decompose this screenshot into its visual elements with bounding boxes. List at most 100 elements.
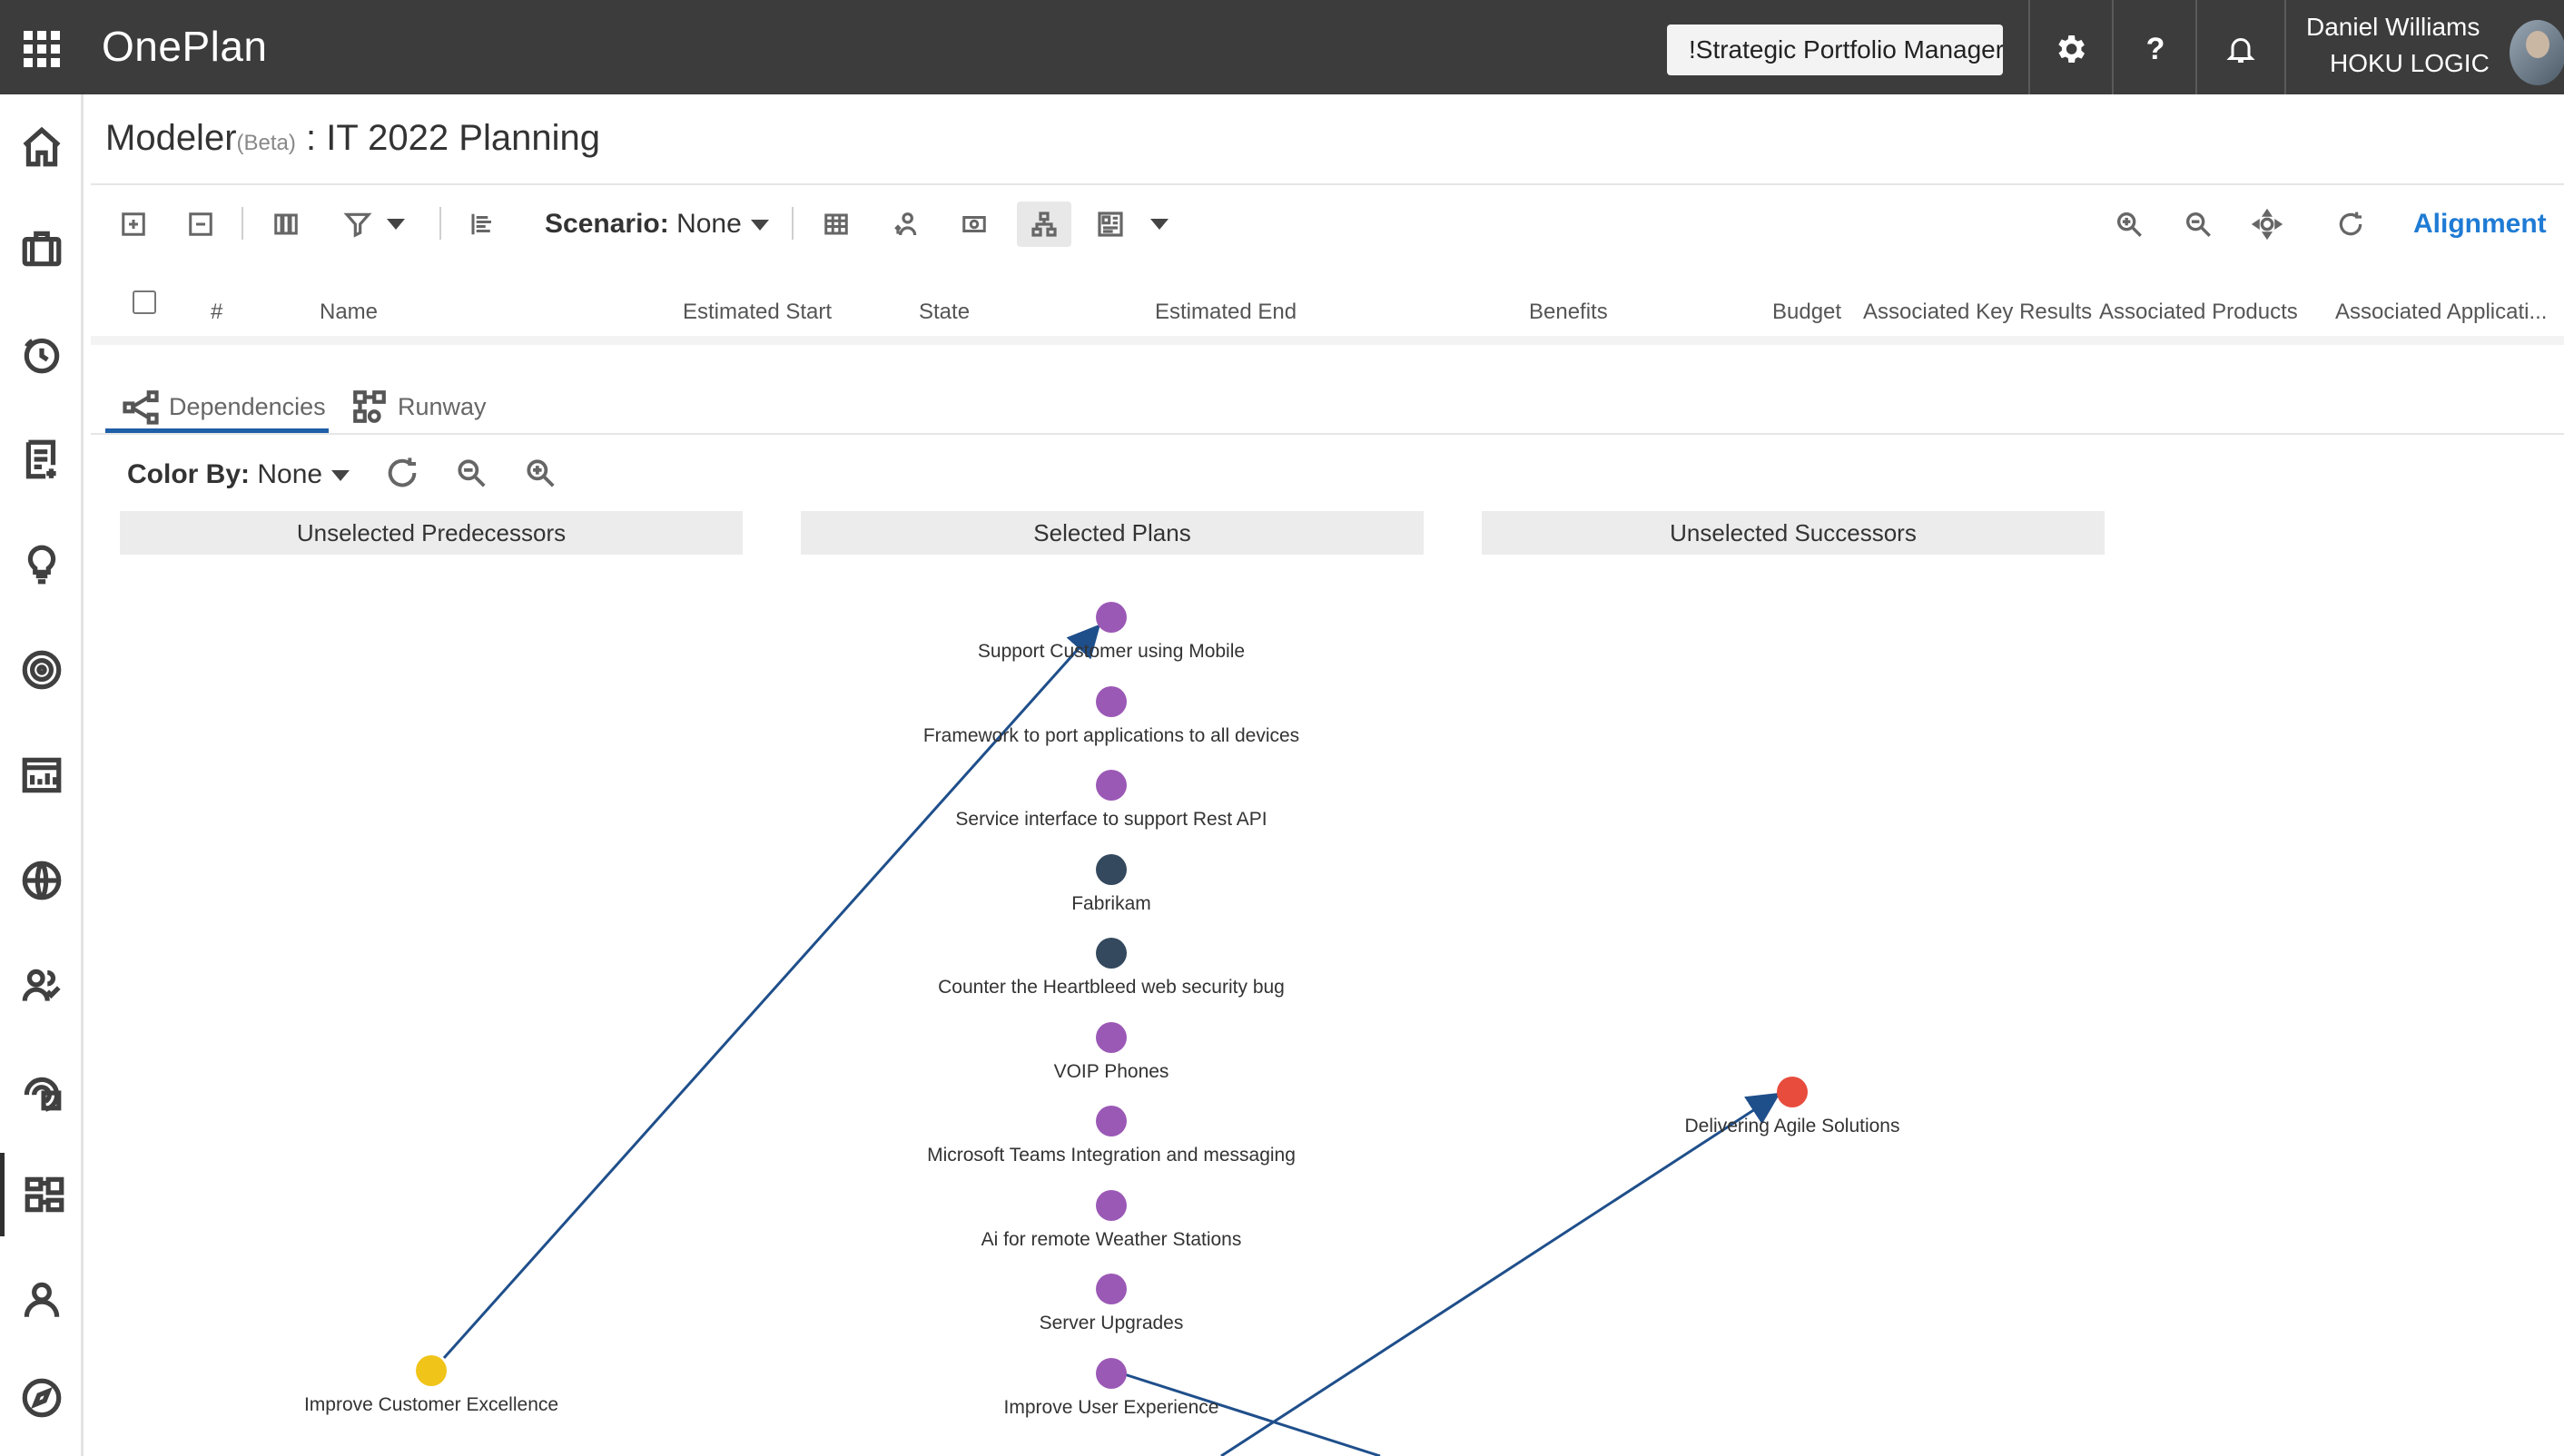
columns-icon[interactable] xyxy=(263,202,309,247)
zoom-in-icon[interactable] xyxy=(518,450,563,496)
graph-node[interactable] xyxy=(1096,1106,1127,1136)
collapse-all-icon[interactable] xyxy=(178,202,223,247)
graph-node[interactable] xyxy=(1096,938,1127,969)
toolbar-divider xyxy=(242,207,243,240)
graph-node[interactable] xyxy=(1096,1021,1127,1053)
person-icon[interactable] xyxy=(0,1258,84,1342)
bell-icon[interactable] xyxy=(2217,25,2264,73)
column-header-applications[interactable]: Associated Applicati... xyxy=(2335,300,2547,325)
compass-icon[interactable] xyxy=(0,1356,84,1440)
refresh-icon[interactable] xyxy=(2328,202,2373,247)
graph-node[interactable] xyxy=(1096,602,1127,633)
scenario-value: None xyxy=(676,209,742,239)
tab-label: Dependencies xyxy=(169,392,326,420)
column-header-name[interactable]: Name xyxy=(320,300,378,325)
target-icon[interactable] xyxy=(0,628,84,712)
report-icon[interactable] xyxy=(0,733,84,817)
lightbulb-icon[interactable] xyxy=(0,523,84,606)
brand-name[interactable]: OnePlan xyxy=(102,22,268,71)
tab-label: Runway xyxy=(398,392,487,420)
tab-runway[interactable]: Runway xyxy=(350,379,487,434)
globe-icon[interactable] xyxy=(0,839,84,922)
people-check-icon[interactable] xyxy=(0,944,84,1028)
graph-node-label: VOIP Phones xyxy=(1053,1060,1169,1082)
graph-node[interactable] xyxy=(1096,770,1127,801)
column-header-estimated-start[interactable]: Estimated Start xyxy=(683,300,832,325)
help-icon[interactable]: ? xyxy=(2132,25,2179,73)
tab-dependencies[interactable]: Dependencies xyxy=(122,379,326,434)
graph-node[interactable] xyxy=(1096,1357,1127,1389)
filter-icon[interactable] xyxy=(332,202,414,247)
zoom-out-icon[interactable] xyxy=(2175,202,2221,247)
dependencies-view-icon[interactable] xyxy=(1017,202,1071,247)
home-icon[interactable] xyxy=(0,105,84,189)
column-header-estimated-end[interactable]: Estimated End xyxy=(1155,300,1297,325)
gear-icon[interactable] xyxy=(2046,25,2094,73)
column-header-benefits[interactable]: Benefits xyxy=(1529,300,1608,325)
expand-all-icon[interactable] xyxy=(111,202,156,247)
column-header-budget[interactable]: Budget xyxy=(1772,300,1841,325)
left-nav-rail xyxy=(0,94,84,1456)
chevron-down-icon xyxy=(331,470,350,482)
avatar[interactable] xyxy=(2510,20,2564,85)
zoom-out-icon[interactable] xyxy=(449,450,494,496)
divider xyxy=(2195,0,2197,94)
alignment-dropdown[interactable]: Alignment xyxy=(2413,209,2547,240)
more-views-dropdown[interactable] xyxy=(1146,202,1173,247)
divider xyxy=(2284,0,2286,94)
app-launcher-icon[interactable] xyxy=(24,31,60,67)
grid-header: # Name Estimated Start State Estimated E… xyxy=(91,265,2564,345)
scenario-label: Scenario: xyxy=(545,209,669,239)
title-prefix: Modeler xyxy=(105,118,237,158)
resource-icon[interactable] xyxy=(883,202,928,247)
column-header-number[interactable]: # xyxy=(211,300,222,325)
top-bar: OnePlan !Strategic Portfolio Manager ? D… xyxy=(0,0,2564,94)
money-icon[interactable] xyxy=(952,202,997,247)
align-left-icon[interactable] xyxy=(459,202,505,247)
column-header-key-results[interactable]: Associated Key Results xyxy=(1863,300,2092,325)
lane-selected-plans: Selected Plans xyxy=(801,511,1424,555)
column-header-state[interactable]: State xyxy=(919,300,970,325)
runway-icon xyxy=(353,390,386,423)
graph-node[interactable] xyxy=(1096,1189,1127,1221)
graph-node-label: Microsoft Teams Integration and messagin… xyxy=(927,1145,1296,1166)
alignment-label: Alignment xyxy=(2413,209,2547,239)
graph-node-label: Improve User Experience xyxy=(1003,1396,1219,1418)
graph-node-label: Support Customer using Mobile xyxy=(977,641,1246,662)
task-list-icon[interactable] xyxy=(0,418,84,501)
color-by-dropdown[interactable]: Color By: None xyxy=(127,459,350,490)
graph-node-label: Delivering Agile Solutions xyxy=(1684,1116,1900,1136)
chevron-down-icon xyxy=(750,220,769,231)
user-org[interactable]: HOKU LOGIC xyxy=(2330,49,2490,78)
graph-node-label: Framework to port applications to all de… xyxy=(922,724,1300,746)
graph-node[interactable] xyxy=(1096,1274,1127,1304)
beta-badge: (Beta) xyxy=(236,131,296,155)
grid-view-icon[interactable] xyxy=(814,202,859,247)
graph-node[interactable] xyxy=(1096,853,1127,885)
graph-node[interactable] xyxy=(1096,685,1127,717)
fit-view-icon[interactable] xyxy=(2244,202,2290,247)
lane-unselected-predecessors: Unselected Predecessors xyxy=(120,511,743,555)
modeler-icon[interactable] xyxy=(0,1153,84,1236)
header-divider xyxy=(91,183,2564,185)
select-all-checkbox[interactable] xyxy=(133,290,156,314)
analytics-icon[interactable] xyxy=(0,1049,84,1133)
zoom-in-icon[interactable] xyxy=(2106,202,2152,247)
timer-icon[interactable] xyxy=(0,312,84,396)
graph-node-label: Service interface to support Rest API xyxy=(955,809,1267,830)
portfolio-selector[interactable]: !Strategic Portfolio Manager xyxy=(1667,25,2003,75)
refresh-icon[interactable] xyxy=(380,450,425,496)
graph-node[interactable] xyxy=(1777,1077,1808,1107)
graph-node-label: Ai for remote Weather Stations xyxy=(981,1228,1242,1250)
dependency-link xyxy=(1220,1092,1781,1456)
page-title: Modeler(Beta) : IT 2022 Planning xyxy=(105,118,600,159)
graph-node[interactable] xyxy=(416,1355,447,1386)
layout-icon[interactable] xyxy=(1088,202,1133,247)
briefcase-icon[interactable] xyxy=(0,207,84,290)
column-header-products[interactable]: Associated Products xyxy=(2099,300,2298,325)
user-name[interactable]: Daniel Williams xyxy=(2306,13,2480,42)
scenario-dropdown[interactable]: Scenario: None xyxy=(545,209,769,240)
divider xyxy=(2112,0,2114,94)
divider xyxy=(2028,0,2030,94)
toolbar-divider xyxy=(439,207,441,240)
